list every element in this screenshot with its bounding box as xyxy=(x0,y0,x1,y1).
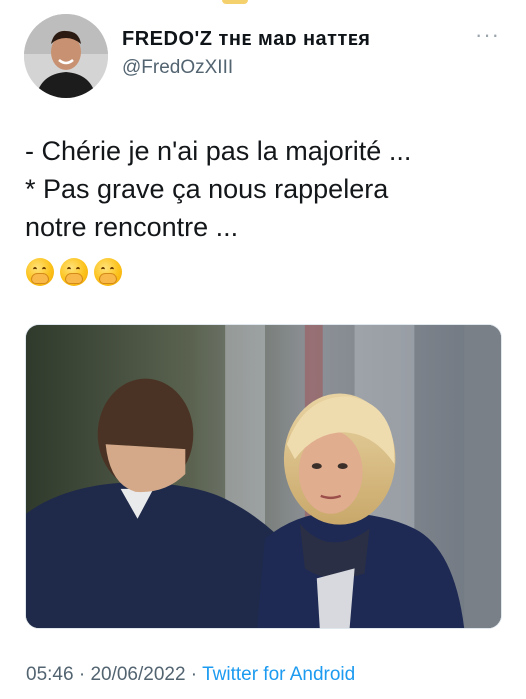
more-options-icon[interactable]: ··· xyxy=(475,24,500,46)
tweet-meta: 05:46 · 20/06/2022 · Twitter for Android xyxy=(26,664,355,686)
face-with-hand-over-mouth-icon xyxy=(94,258,122,286)
avatar-image xyxy=(24,14,108,98)
tweet-text: - Chérie je n'ai pas la majorité ... * P… xyxy=(25,132,506,246)
emoji-row xyxy=(26,258,122,286)
face-with-hand-over-mouth-icon xyxy=(26,258,54,286)
tweet-line: * Pas grave ça nous rappelera xyxy=(25,174,389,204)
tweet-source-link[interactable]: Twitter for Android xyxy=(202,664,355,685)
tweet-line: - Chérie je n'ai pas la majorité ... xyxy=(25,136,412,166)
photo-image xyxy=(26,325,501,628)
user-names: FREDO'Z ᴛʜᴇ ᴍaᴅ ʜaᴛᴛᴇя @FredOzXIII xyxy=(122,28,370,79)
tweet-line: notre rencontre ... xyxy=(25,212,239,242)
display-name[interactable]: FREDO'Z ᴛʜᴇ ᴍaᴅ ʜaᴛᴛᴇя xyxy=(122,28,370,51)
top-edge-decoration xyxy=(222,0,248,4)
tweet-date[interactable]: 20/06/2022 xyxy=(90,664,185,685)
meta-separator: · xyxy=(185,664,203,685)
avatar[interactable] xyxy=(24,14,108,98)
tweet-photo[interactable] xyxy=(25,324,502,629)
tweet-header: FREDO'Z ᴛʜᴇ ᴍaᴅ ʜaᴛᴛᴇя @FredOzXIII ··· xyxy=(24,14,506,98)
meta-separator: · xyxy=(73,664,91,685)
face-with-hand-over-mouth-icon xyxy=(60,258,88,286)
user-handle[interactable]: @FredOzXIII xyxy=(122,57,370,79)
tweet-time[interactable]: 05:46 xyxy=(26,664,74,685)
